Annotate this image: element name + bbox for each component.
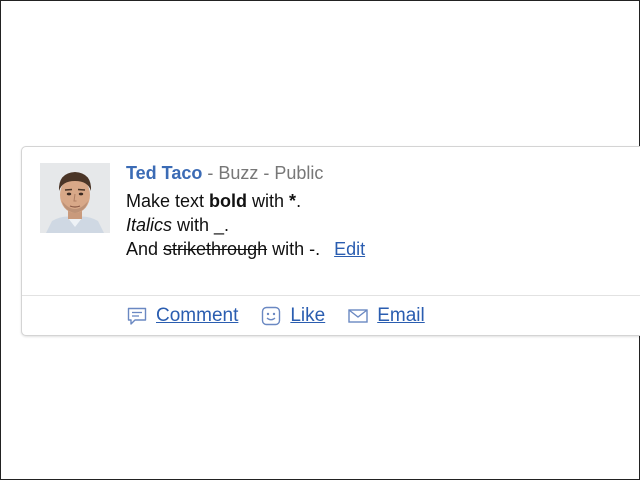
header-separator: - [258, 163, 275, 183]
edit-link[interactable]: Edit [334, 239, 365, 259]
source-label: Buzz [218, 163, 259, 183]
post-header: Ted Taco - Buzz - Public [126, 161, 365, 185]
text-span: with _. [172, 215, 230, 235]
post-text-line-2: Italics with _. [126, 213, 365, 237]
divider [22, 295, 640, 296]
comment-icon [127, 307, 147, 325]
post-text-line-3: And strikethrough with -. Edit [126, 237, 365, 261]
avatar-photo [40, 163, 110, 233]
strikethrough-text: strikethrough [163, 239, 268, 259]
like-button[interactable]: Like [260, 305, 325, 327]
comment-label: Comment [156, 305, 239, 326]
buzz-post-card: Ted Taco - Buzz - Public Make text bold … [21, 146, 640, 336]
visibility-label: Public [274, 163, 324, 183]
bold-marker: * [289, 191, 297, 211]
text-span: Make text [126, 191, 210, 211]
author-link[interactable]: Ted Taco [126, 163, 202, 183]
post-text-line-1: Make text bold with *. [126, 189, 365, 213]
text-span: And [126, 239, 164, 259]
avatar[interactable] [40, 163, 110, 233]
header-separator: - [202, 163, 219, 183]
email-button[interactable]: Email [347, 305, 425, 327]
smiley-icon [262, 306, 281, 326]
text-span: with [247, 191, 290, 211]
text-span: with -. [267, 239, 321, 259]
italic-text: Italics [126, 215, 173, 235]
envelope-icon [348, 309, 368, 323]
like-label: Like [290, 305, 326, 326]
comment-button[interactable]: Comment [126, 305, 238, 327]
post-actions: Comment Like Email [126, 302, 447, 330]
post-body: Ted Taco - Buzz - Public Make text bold … [126, 161, 365, 261]
bold-text: bold [209, 191, 248, 211]
email-label: Email [377, 305, 425, 326]
text-span: . [296, 191, 302, 211]
